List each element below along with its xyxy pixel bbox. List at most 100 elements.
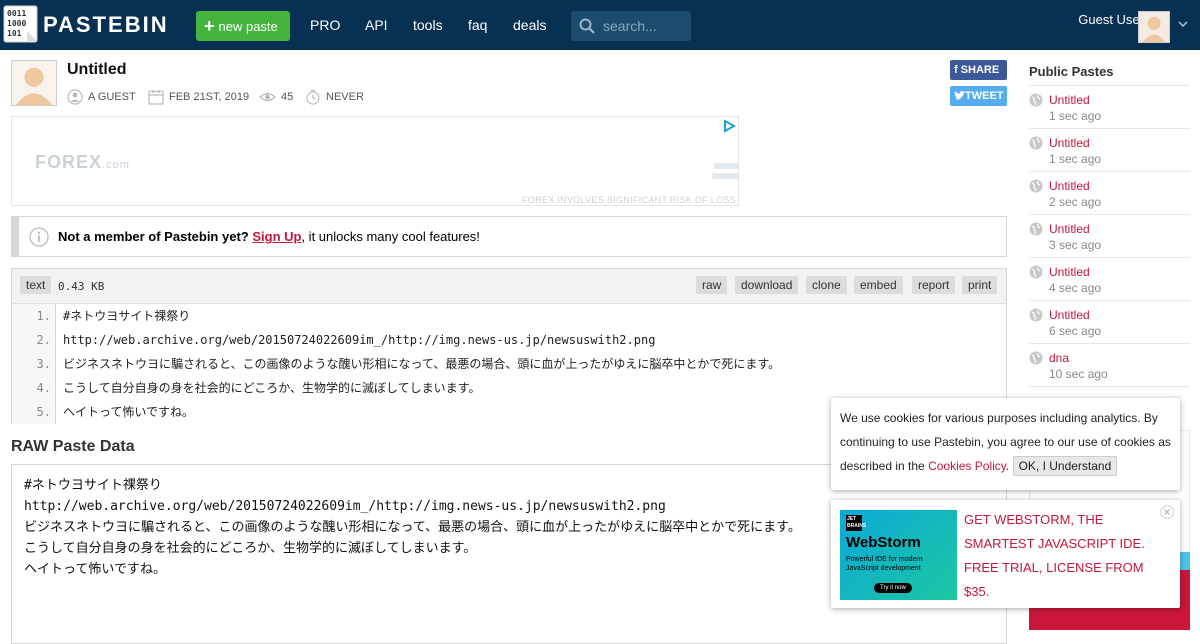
code-line: 3. ビジネスネトウヨに騙されると、この画像のような醜い形相になって、最悪の場合、… — [12, 352, 1006, 376]
public-pastes-heading: Public Pastes — [1029, 64, 1114, 79]
paste-title: Untitled — [67, 61, 127, 78]
paste-age: 2 sec ago — [1049, 195, 1102, 209]
public-paste-item[interactable]: Untitled 1 sec ago — [1029, 129, 1190, 172]
raw-button[interactable]: raw — [696, 276, 728, 294]
jetbrains-logo: JET BRAINS — [846, 515, 867, 531]
paste-author: A GUEST — [67, 89, 136, 105]
try-it-now-button[interactable]: Try it now — [874, 583, 912, 593]
top-navigation-bar: 0011 1000 101 PASTEBIN + new paste PRO A… — [0, 0, 1200, 50]
search-input[interactable] — [603, 18, 689, 34]
notice-text: Not a member of Pastebin yet? Sign Up, i… — [58, 229, 480, 244]
chevron-down-icon[interactable] — [1177, 18, 1189, 30]
webstorm-product-name: WebStorm — [846, 534, 921, 551]
paste-age: 1 sec ago — [1049, 152, 1102, 166]
public-paste-item[interactable]: Untitled 3 sec ago — [1029, 215, 1190, 258]
public-paste-item[interactable]: Untitled 6 sec ago — [1029, 301, 1190, 344]
globe-icon — [1029, 93, 1043, 107]
public-paste-item[interactable]: Untitled 2 sec ago — [1029, 172, 1190, 215]
search-box — [571, 11, 691, 41]
notice-lead: Not a member of Pastebin yet? — [58, 229, 249, 244]
adchoices-icon[interactable] — [722, 119, 736, 133]
ad-graphic — [712, 163, 738, 179]
sign-up-link[interactable]: Sign Up — [252, 229, 301, 244]
clock-icon — [306, 89, 320, 105]
twitter-share-button[interactable]: TWEET — [950, 86, 1007, 106]
embed-button[interactable]: embed — [854, 276, 903, 294]
webstorm-ad-image[interactable]: JET BRAINS WebStorm Powerful IDE for mod… — [840, 510, 957, 600]
paste-age: 4 sec ago — [1049, 281, 1102, 295]
raw-paste-heading: RAW Paste Data — [11, 438, 135, 455]
ad-brand-main: FOREX — [35, 152, 103, 172]
code-line: 4. こうして自分自身の身を社会的にどころか、生物学的に滅ぼしてしまいます。 — [12, 376, 1006, 400]
user-name[interactable]: Guest User — [1078, 12, 1144, 27]
new-paste-label: new paste — [218, 18, 278, 34]
new-paste-button[interactable]: + new paste — [196, 11, 290, 41]
svg-text:101: 101 — [7, 29, 22, 38]
line-content[interactable]: こうして自分自身の身を社会的にどころか、生物学的に滅ぼしてしまいます。 — [56, 376, 1006, 400]
paste-link[interactable]: Untitled — [1049, 179, 1090, 193]
paste-author-avatar — [11, 60, 57, 106]
line-content[interactable]: ビジネスネトウヨに騙されると、この画像のような醜い形相になって、最悪の場合、頭に… — [56, 352, 1006, 376]
forex-ad-banner[interactable]: FOREX.com FOREX INVOLVES SIGNIFICANT RIS… — [11, 116, 739, 206]
print-button[interactable]: print — [962, 276, 998, 294]
brand-name[interactable]: PASTEBIN — [43, 12, 169, 38]
ad-brand: FOREX.com — [35, 152, 130, 173]
author-name: A GUEST — [88, 91, 136, 103]
ad-risk-disclaimer: FOREX INVOLVES SIGNIFICANT RISK OF LOSS — [522, 195, 736, 205]
code-line: 1. #ネトウヨサイト祼祭り — [12, 304, 1006, 328]
nav-link-faq[interactable]: faq — [468, 17, 487, 33]
notice-rest: , it unlocks many cool features! — [301, 229, 480, 244]
webstorm-ad-popup[interactable]: JET BRAINS WebStorm Powerful IDE for mod… — [831, 500, 1180, 608]
views-value: 45 — [281, 91, 294, 103]
close-icon[interactable] — [1160, 505, 1174, 519]
tweet-label: TWEET — [965, 90, 1004, 102]
signup-notice: Not a member of Pastebin yet? Sign Up, i… — [11, 216, 1007, 257]
line-number: 1. — [12, 304, 56, 328]
paste-link[interactable]: Untitled — [1049, 136, 1090, 150]
user-icon — [67, 89, 83, 105]
nav-link-api[interactable]: API — [365, 17, 388, 33]
download-button[interactable]: download — [735, 276, 799, 294]
paste-views: 45 — [259, 89, 293, 105]
cookies-policy-link[interactable]: Cookies Policy — [928, 459, 1006, 473]
nav-link-pro[interactable]: PRO — [310, 17, 340, 33]
plus-icon: + — [204, 16, 215, 36]
webstorm-ad-text[interactable]: GET WEBSTORM, THE SMARTEST JAVASCRIPT ID… — [964, 508, 1169, 604]
public-paste-item[interactable]: Untitled 1 sec ago — [1029, 86, 1190, 129]
report-button[interactable]: report — [912, 276, 956, 294]
cookie-accept-button[interactable]: OK, I Understand — [1012, 456, 1118, 476]
expiry-value: NEVER — [326, 91, 364, 103]
svg-text:1000: 1000 — [7, 19, 26, 28]
line-number: 4. — [12, 376, 56, 400]
calendar-icon — [148, 90, 164, 105]
user-avatar[interactable] — [1138, 11, 1170, 43]
line-content[interactable]: #ネトウヨサイト祼祭り — [56, 304, 1006, 328]
globe-icon — [1029, 265, 1043, 279]
nav-link-deals[interactable]: deals — [513, 17, 546, 33]
cookie-text: We use cookies for various purposes incl… — [840, 411, 1171, 473]
paste-age: 10 sec ago — [1049, 367, 1108, 381]
nav-link-tools[interactable]: tools — [413, 17, 443, 33]
pastebin-logo-icon[interactable]: 0011 1000 101 — [3, 5, 38, 43]
webstorm-tagline: Powerful IDE for modern JavaScript devel… — [846, 556, 923, 572]
clone-button[interactable]: clone — [806, 276, 847, 294]
date-value: FEB 21ST, 2019 — [169, 91, 250, 103]
paste-size: 0.43 KB — [58, 280, 105, 293]
globe-icon — [1029, 136, 1043, 150]
facebook-share-button[interactable]: f SHARE — [950, 60, 1007, 80]
globe-icon — [1029, 179, 1043, 193]
paste-link[interactable]: Untitled — [1049, 222, 1090, 236]
public-paste-item[interactable]: Untitled 4 sec ago — [1029, 258, 1190, 301]
syntax-tag[interactable]: text — [20, 276, 52, 294]
line-content[interactable]: http://web.archive.org/web/2015072402260… — [56, 328, 1006, 352]
public-paste-item[interactable]: dna 10 sec ago — [1029, 344, 1190, 387]
search-icon[interactable] — [579, 18, 595, 34]
paste-expiry: NEVER — [305, 89, 364, 105]
paste-link[interactable]: dna — [1049, 351, 1069, 365]
line-number: 5. — [12, 400, 56, 424]
twitter-icon — [954, 91, 965, 100]
paste-link[interactable]: Untitled — [1049, 265, 1090, 279]
paste-link[interactable]: Untitled — [1049, 93, 1090, 107]
code-toolbar: text 0.43 KB raw download clone embed re… — [12, 269, 1006, 304]
paste-link[interactable]: Untitled — [1049, 308, 1090, 322]
